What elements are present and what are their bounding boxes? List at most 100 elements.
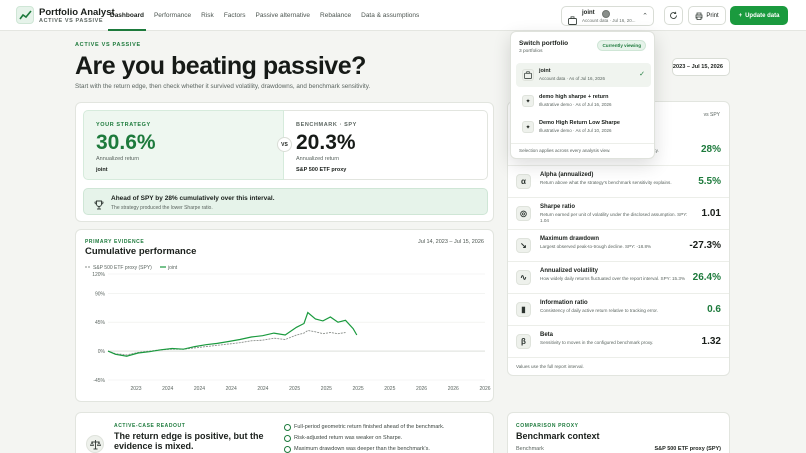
metric-desc: How widely daily returns fluctuated over… bbox=[540, 276, 686, 281]
context-value: S&P 500 ETF proxy (SPY) bbox=[654, 446, 721, 452]
metric-icon: ∿ bbox=[516, 270, 531, 285]
verdict-title: Ahead of SPY by 28% cumulatively over th… bbox=[111, 195, 275, 202]
context-eyebrow: COMPARISON PROXY bbox=[516, 423, 579, 429]
metric-name: Sharpe ratio bbox=[540, 204, 576, 210]
checklist-text: Full-period geometric return finished ah… bbox=[294, 424, 445, 430]
currently-viewing-badge: Currently viewing bbox=[597, 40, 646, 51]
x-tick-label: 2026 bbox=[479, 386, 490, 392]
refresh-icon bbox=[670, 11, 677, 19]
readout-eyebrow: ACTIVE-CASE READOUT bbox=[114, 423, 186, 429]
option-name: joint bbox=[539, 68, 551, 74]
portfolio-option-joint[interactable]: joint Account data · As of Jul 16, 2026 … bbox=[516, 63, 651, 87]
option-name: Demo High Return Low Sharpe bbox=[539, 120, 620, 126]
metric-name: Beta bbox=[540, 332, 554, 338]
divider bbox=[511, 143, 654, 144]
top-bar: Portfolio Analyst ACTIVE VS PASSIVE Dash… bbox=[0, 0, 806, 31]
y-tick-label: -45% bbox=[93, 378, 105, 384]
strategy-caption: Annualized return bbox=[96, 156, 140, 162]
logo-icon bbox=[16, 6, 34, 24]
nav-dashboard[interactable]: Dashboard bbox=[108, 0, 146, 31]
page-subtitle: Start with the return edge, then check w… bbox=[75, 83, 371, 90]
nav-data-assumptions[interactable]: Data & assumptions bbox=[361, 0, 419, 31]
cumulative-performance-card: PRIMARY EVIDENCE Cumulative performance … bbox=[75, 229, 494, 402]
sparkle-icon: ✦ bbox=[522, 95, 534, 107]
update-data-button[interactable]: + Update data bbox=[730, 6, 788, 25]
metric-name: Information ratio bbox=[540, 300, 588, 306]
metric-value: 26.4% bbox=[692, 272, 721, 283]
metric-value: -27.3% bbox=[689, 240, 721, 251]
check-circle-icon bbox=[284, 424, 291, 431]
context-title: Benchmark context bbox=[516, 431, 600, 441]
y-tick-label: 0% bbox=[98, 349, 106, 355]
date-range-picker[interactable]: Jul 14, 2023 – Jul 15, 2026 bbox=[672, 58, 730, 76]
dropdown-count: 3 portfolios bbox=[519, 49, 543, 54]
metric-icon: ◎ bbox=[516, 206, 531, 221]
nav-performance[interactable]: Performance bbox=[154, 0, 191, 31]
metric-desc: Return above what the strategy's benchma… bbox=[540, 180, 672, 185]
metric-value: 28% bbox=[700, 144, 721, 155]
x-tick-label: 2024 bbox=[194, 386, 205, 392]
metric-icon: ↘ bbox=[516, 238, 531, 253]
x-tick-label: 2025 bbox=[289, 386, 300, 392]
metric-row-information-ratio: ▮ Information ratio Consistency of daily a… bbox=[508, 294, 729, 326]
x-tick-label: 2025 bbox=[384, 386, 395, 392]
benchmark-panel: BENCHMARK · SPY 20.3% Annualized return … bbox=[284, 110, 488, 180]
x-tick-label: 2024 bbox=[162, 386, 173, 392]
readout-title: The return edge is positive, but the evi… bbox=[114, 431, 264, 451]
scale-icon bbox=[86, 435, 104, 453]
x-tick-label: 2024 bbox=[257, 386, 268, 392]
option-sub: Illustrative demo · As of Jul 10, 2026 bbox=[539, 128, 612, 133]
metric-row-annualized-volatility: ∿ Annualized volatility How widely daily r… bbox=[508, 262, 729, 294]
option-sub: Illustrative demo · As of Jul 16, 2026 bbox=[539, 102, 612, 107]
y-tick-label: 45% bbox=[95, 320, 106, 326]
verdict-subtitle: The strategy produced the lower Sharpe r… bbox=[111, 205, 213, 211]
update-label: Update data bbox=[745, 12, 780, 19]
checklist-item: Maximum drawdown was deeper than the ben… bbox=[284, 446, 444, 453]
readout-card: ACTIVE-CASE READOUT The return edge is p… bbox=[75, 412, 494, 453]
brand-title: Portfolio Analyst bbox=[39, 7, 115, 18]
hero-eyebrow: ACTIVE VS PASSIVE bbox=[75, 42, 141, 48]
nav-risk[interactable]: Risk bbox=[201, 0, 214, 31]
metric-row-alpha-annualized: α Alpha (annualized) Return above what the… bbox=[508, 166, 729, 198]
option-name: demo high sharpe + return bbox=[539, 94, 609, 100]
context-key: Benchmark bbox=[516, 446, 544, 452]
portfolio-option-demo-high-return[interactable]: ✦ Demo High Return Low Sharpe Illustrati… bbox=[516, 115, 651, 139]
metric-row-beta: β Beta Sensitivity to moves in the configu… bbox=[508, 326, 729, 358]
print-button[interactable]: Print bbox=[688, 6, 726, 25]
benchmark-name: S&P 500 ETF proxy bbox=[296, 167, 347, 173]
metric-value: 1.01 bbox=[701, 208, 721, 219]
metric-desc: Consistency of daily active return relat… bbox=[540, 308, 658, 313]
strategy-return: 30.6% bbox=[96, 131, 156, 154]
checklist-item: Full-period geometric return finished ah… bbox=[284, 424, 444, 435]
main-nav: Dashboard Performance Risk Factors Passi… bbox=[108, 0, 419, 31]
nav-rebalance[interactable]: Rebalance bbox=[320, 0, 351, 31]
benchmark-label: BENCHMARK · SPY bbox=[296, 122, 357, 128]
option-sub: Account data · As of Jul 16, 2026 bbox=[539, 76, 606, 81]
nav-factors[interactable]: Factors bbox=[224, 0, 246, 31]
metric-desc: Sensitivity to moves in the configured b… bbox=[540, 340, 654, 345]
brand-subtitle: ACTIVE VS PASSIVE bbox=[39, 18, 104, 24]
plus-icon: + bbox=[738, 12, 743, 19]
dropdown-footer: Selection applies across every analysis … bbox=[519, 148, 611, 153]
metric-desc: Return earned per unit of volatility und… bbox=[540, 212, 688, 224]
verdict-banner: Ahead of SPY by 28% cumulatively over th… bbox=[83, 188, 488, 215]
portfolio-sub: Account data · Jul 16, 20... bbox=[582, 18, 636, 23]
strategy-panel: YOUR STRATEGY 30.6% Annualized return jo… bbox=[83, 110, 284, 180]
refresh-button[interactable] bbox=[664, 6, 683, 25]
x-tick-label: 2023 bbox=[130, 386, 141, 392]
sparkle-icon: ✦ bbox=[522, 121, 534, 133]
y-tick-label: 120% bbox=[92, 272, 105, 278]
metric-icon: ▮ bbox=[516, 302, 531, 317]
metric-name: Alpha (annualized) bbox=[540, 172, 594, 178]
portfolio-option-demo-high-sharpe[interactable]: ✦ demo high sharpe + return Illustrative… bbox=[516, 89, 651, 113]
metric-value: 1.32 bbox=[701, 336, 721, 347]
dropdown-title: Switch portfolio bbox=[519, 40, 569, 47]
comparison-card: YOUR STRATEGY 30.6% Annualized return jo… bbox=[75, 102, 494, 222]
metrics-footnote: Values use the full report interval. bbox=[516, 364, 584, 369]
trophy-icon bbox=[94, 197, 104, 215]
check-circle-icon bbox=[284, 446, 291, 453]
metric-row-sharpe-ratio: ◎ Sharpe ratio Return earned per unit of v… bbox=[508, 198, 729, 230]
metric-icon: β bbox=[516, 334, 531, 349]
nav-passive-alternative[interactable]: Passive alternative bbox=[255, 0, 310, 31]
metrics-header: vs SPY bbox=[703, 112, 720, 118]
